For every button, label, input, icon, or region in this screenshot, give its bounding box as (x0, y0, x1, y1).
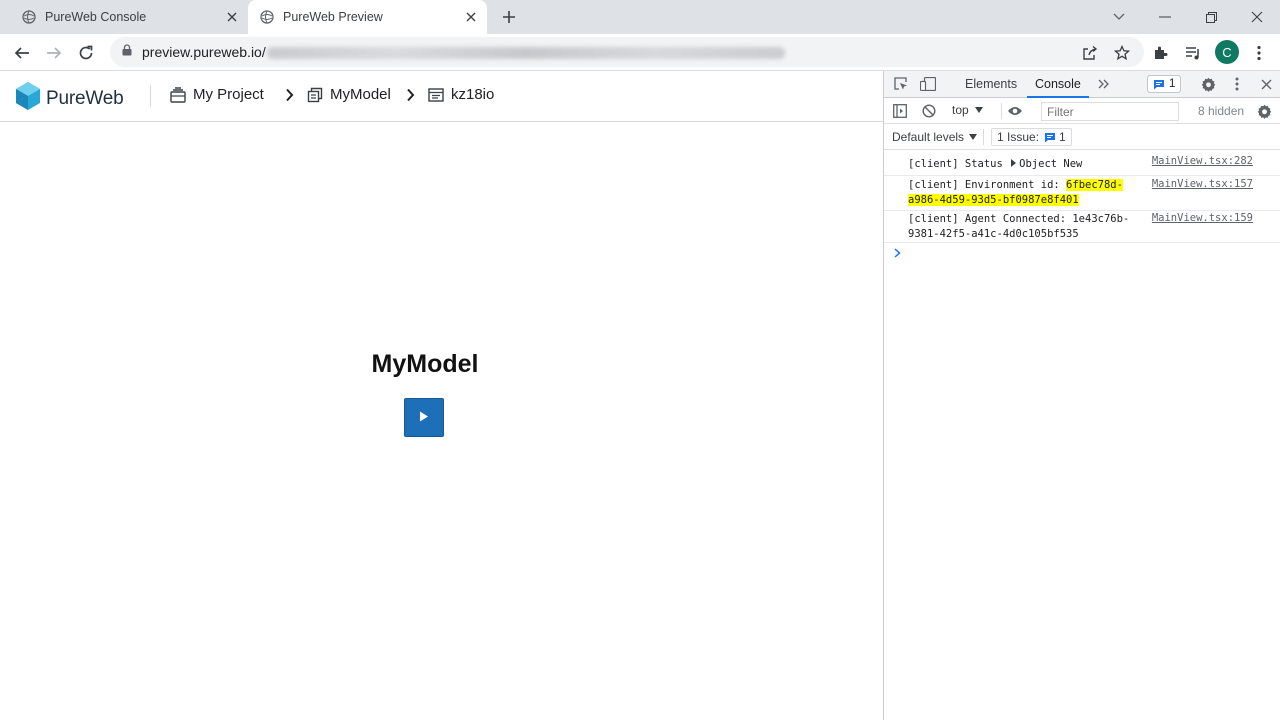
dropdown-caret-icon (969, 134, 978, 140)
breadcrumb-label: MyModel (330, 86, 391, 103)
back-arrow-icon[interactable] (11, 42, 33, 64)
breadcrumb-environment[interactable]: kz18io (428, 86, 494, 103)
console-message: [client] Status Object New MainView.tsx:… (884, 153, 1280, 176)
app-header: PureWeb My Project MyModel kz18io (0, 71, 883, 122)
project-icon (170, 86, 186, 103)
sidebar-toggle-icon[interactable] (892, 103, 908, 119)
minimize-icon[interactable] (1142, 0, 1188, 34)
page-content: PureWeb My Project MyModel kz18io MyMode… (0, 71, 883, 720)
console-message: [client] Environment id: 6fbec78d- a986-… (884, 176, 1280, 211)
breadcrumb-label: kz18io (451, 86, 495, 103)
share-icon[interactable] (1079, 42, 1101, 64)
extensions-puzzle-icon[interactable] (1150, 42, 1172, 64)
browser-menu-icon[interactable] (1248, 42, 1270, 64)
brand-name: PureWeb (46, 87, 124, 109)
profile-avatar[interactable]: C (1215, 40, 1239, 64)
device-toolbar-icon[interactable] (920, 76, 936, 92)
clear-console-icon[interactable] (921, 103, 937, 119)
pureweb-logo-icon (14, 81, 42, 116)
live-expression-eye-icon[interactable] (1007, 103, 1023, 119)
new-tab-icon[interactable] (499, 7, 519, 27)
more-tabs-chevron-icon[interactable] (1096, 76, 1112, 92)
expand-triangle-icon[interactable] (1011, 159, 1017, 167)
restore-icon[interactable] (1188, 0, 1234, 34)
highlighted-text: 6fbec78d- (1066, 179, 1123, 191)
tab-elements[interactable]: Elements (965, 71, 1017, 98)
message-icon (1044, 132, 1056, 143)
source-link[interactable]: MainView.tsx:282 (1152, 155, 1253, 167)
console-levels-bar: Default levels 1 Issue: 1 (884, 124, 1280, 150)
inspect-element-icon[interactable] (893, 76, 909, 92)
model-icon (307, 87, 323, 103)
tab-console[interactable]: Console (1027, 71, 1089, 98)
chevron-right-icon (285, 88, 294, 107)
context-selector[interactable]: top (952, 103, 983, 117)
breadcrumb-label: My Project (193, 86, 264, 103)
console-settings-gear-icon[interactable] (1256, 103, 1272, 119)
browser-tab[interactable]: PureWeb Console (10, 0, 248, 34)
dropdown-caret-icon (974, 107, 983, 113)
model-title: MyModel (371, 350, 479, 378)
browser-toolbar: preview.pureweb.io/ C (0, 34, 1280, 71)
breadcrumb-model[interactable]: MyModel (307, 86, 391, 103)
media-control-icon[interactable] (1182, 42, 1204, 64)
play-icon (419, 409, 429, 427)
browser-tab-active[interactable]: PureWeb Preview (248, 0, 487, 34)
close-tab-icon[interactable] (224, 9, 240, 25)
highlighted-text: a986-4d59-93d5-bf0987e8f401 (908, 194, 1079, 206)
source-link[interactable]: MainView.tsx:157 (1152, 178, 1253, 190)
toolbar-divider (983, 129, 984, 145)
window-close-icon[interactable] (1234, 0, 1280, 34)
default-levels-dropdown[interactable]: Default levels (892, 130, 978, 144)
devtools-panel: Elements Console 1 top Filter 8 hidden D… (883, 71, 1280, 720)
issues-button[interactable]: 1 Issue: 1 (991, 128, 1072, 146)
environment-icon (428, 87, 444, 102)
tab-title: PureWeb Console (45, 10, 147, 24)
header-divider (150, 85, 151, 107)
message-icon (1153, 79, 1165, 90)
console-toolbar: top 8 hidden (884, 98, 1280, 124)
chevron-right-icon (406, 88, 415, 107)
toolbar-divider (1001, 103, 1002, 119)
tab-title: PureWeb Preview (283, 10, 383, 24)
url-text: preview.pureweb.io/ (142, 44, 785, 60)
bookmark-star-icon[interactable] (1111, 42, 1133, 64)
issues-badge[interactable]: 1 (1147, 75, 1182, 93)
hidden-count: 8 hidden (1198, 104, 1245, 118)
source-link[interactable]: MainView.tsx:159 (1152, 212, 1253, 224)
reload-icon[interactable] (75, 42, 97, 64)
console-prompt-chevron-icon[interactable] (894, 246, 901, 261)
devtools-close-icon[interactable] (1258, 76, 1274, 92)
breadcrumb-project[interactable]: My Project (170, 86, 264, 103)
lock-icon (122, 43, 132, 61)
close-tab-icon[interactable] (463, 9, 479, 25)
forward-arrow-icon[interactable] (43, 42, 65, 64)
devtools-menu-icon[interactable] (1229, 76, 1245, 92)
object-preview[interactable]: Object (1019, 158, 1057, 170)
tab-search-chevron-icon[interactable] (1096, 0, 1142, 34)
devtools-tabbar: Elements Console 1 (884, 71, 1280, 98)
globe-icon (259, 9, 275, 25)
redacted-url-path (266, 47, 785, 60)
launch-play-button[interactable] (404, 398, 444, 437)
pureweb-logo[interactable]: PureWeb (14, 81, 124, 116)
address-bar[interactable]: preview.pureweb.io/ (110, 37, 1144, 67)
globe-icon (21, 9, 37, 25)
console-message: [client] Agent Connected: 1e43c76b- 9381… (884, 211, 1280, 243)
browser-tab-strip: PureWeb Console PureWeb Preview (0, 0, 1280, 34)
settings-gear-icon[interactable] (1200, 76, 1216, 92)
console-filter-input[interactable] (1041, 102, 1179, 121)
